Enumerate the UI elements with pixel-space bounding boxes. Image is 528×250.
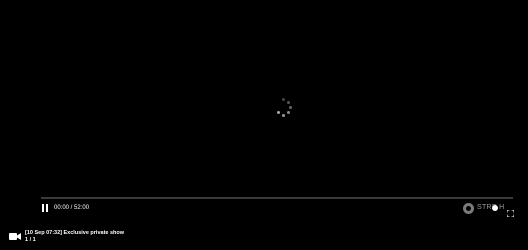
- progress-bar[interactable]: [41, 197, 513, 199]
- brand-link[interactable]: STRE H: [463, 202, 504, 214]
- pause-icon: [42, 204, 44, 212]
- streamhub-logo-icon: [463, 202, 474, 214]
- brand-text: STRE H: [477, 204, 505, 211]
- stream-title: [10 Sep 07:32] Exclusive private show: [25, 230, 125, 236]
- pause-button[interactable]: [41, 204, 51, 213]
- loading-spinner-icon: [275, 98, 293, 120]
- time-display: 00:00 / 52:00: [54, 205, 90, 211]
- fullscreen-icon: [506, 209, 515, 218]
- stream-info-bar: [10 Sep 07:32] Exclusive private show 1 …: [0, 224, 528, 250]
- pause-icon-bar: [46, 204, 48, 212]
- video-player[interactable]: 00:00 / 52:00 STRE H [10 Sep 07:32] Excl…: [0, 0, 528, 250]
- video-camera-icon: [9, 233, 21, 240]
- brand-record-dot: [492, 205, 498, 211]
- stream-count: 1 / 1: [25, 237, 36, 243]
- fullscreen-button[interactable]: [506, 204, 515, 218]
